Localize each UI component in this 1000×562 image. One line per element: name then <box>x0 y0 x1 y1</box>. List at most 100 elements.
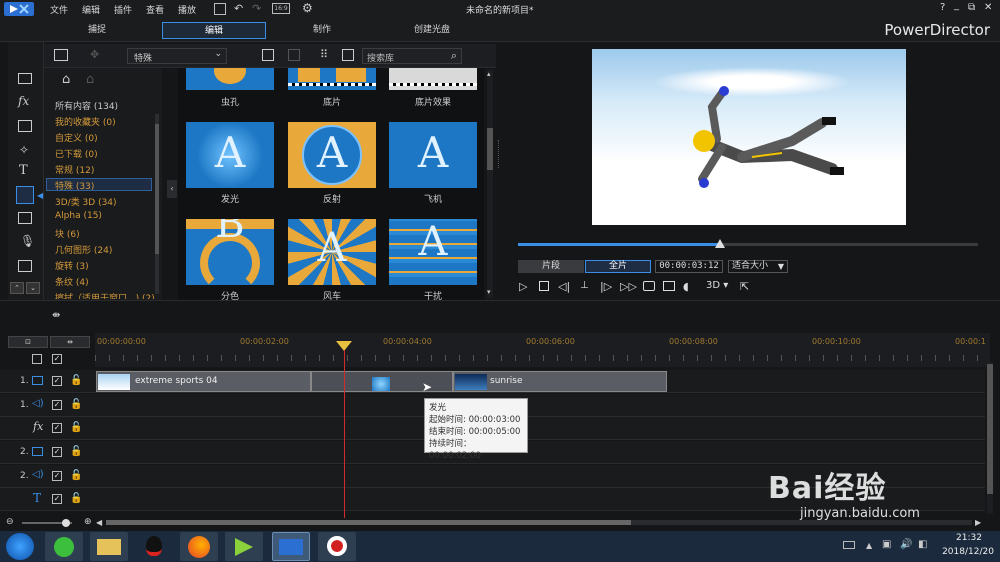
previous-frame-icon[interactable]: ◁| <box>558 280 570 293</box>
taskbar-app-qq[interactable] <box>135 532 173 561</box>
category-scroll-thumb[interactable] <box>155 124 159 254</box>
category-scrollbar[interactable] <box>155 114 159 294</box>
title-room-icon[interactable]: T <box>19 163 28 178</box>
lock-icon[interactable]: 🔓 <box>70 470 82 481</box>
grid-view-icon[interactable]: ⠿ <box>320 48 328 61</box>
taskbar-app-media[interactable] <box>225 532 263 561</box>
category-item[interactable]: 擦拭（适用于窗口...) (2) <box>55 291 155 299</box>
category-item[interactable]: 块 (6) <box>55 227 80 240</box>
undock-icon[interactable]: ⇱ <box>740 280 749 293</box>
settings-gear-icon[interactable]: ⚙ <box>302 1 313 15</box>
aspect-ratio-icon[interactable]: 16:9 <box>272 3 290 14</box>
volume-icon[interactable]: ◖ <box>683 280 689 293</box>
3d-toggle[interactable]: 3D ▾ <box>706 280 728 291</box>
taskbar-app-360[interactable] <box>45 532 83 561</box>
lock-icon[interactable]: 🔓 <box>70 446 82 457</box>
track-manager-icon[interactable]: ⊡ <box>8 336 48 348</box>
add-tag-icon[interactable]: ⌂ <box>62 72 70 87</box>
transition-thumb-reflect[interactable]: A <box>288 122 376 188</box>
track-enable-checkbox[interactable]: ✓ <box>52 447 62 457</box>
transition-thumb[interactable] <box>288 68 376 90</box>
audio-track-1[interactable] <box>95 394 985 417</box>
menu-plugins[interactable]: 插件 <box>114 3 132 16</box>
collapse-panel-icon[interactable]: ‹ <box>167 180 177 198</box>
transition-thumb-glow[interactable]: A <box>186 122 274 188</box>
storyboard-view-icon[interactable]: ⇹ <box>50 336 90 348</box>
tracks-scrollbar[interactable] <box>987 362 993 514</box>
tab-create-disc[interactable]: 创建光盘 <box>380 22 484 39</box>
track-enable-checkbox[interactable]: ✓ <box>52 471 62 481</box>
lock-icon[interactable]: 🔓 <box>70 399 82 410</box>
category-item[interactable]: 我的收藏夹 (0) <box>55 115 116 128</box>
fast-forward-icon[interactable]: ▷▷ <box>620 280 637 293</box>
transition-thumb-windmill[interactable]: A <box>288 219 376 285</box>
zoom-in-icon[interactable]: ⊕ <box>84 517 92 527</box>
timeline-hscroll-thumb[interactable] <box>106 520 631 525</box>
tracks-scroll-thumb[interactable] <box>987 364 993 494</box>
panel-splitter[interactable] <box>498 140 502 168</box>
restore-button[interactable]: ⧉ <box>968 2 975 13</box>
taskbar-app-powerdirector[interactable] <box>272 532 310 561</box>
seekbar-thumb[interactable] <box>715 239 726 248</box>
zoom-slider-thumb[interactable] <box>62 519 70 527</box>
category-item[interactable]: 3D/类 3D (34) <box>55 195 117 208</box>
video-clip-sunrise[interactable]: sunrise <box>453 371 667 392</box>
timecode-display[interactable]: 00:00:03:12 <box>655 260 723 273</box>
add-to-timeline-icon[interactable] <box>262 49 274 61</box>
zoom-fit-select[interactable]: 适合大小 ▼ <box>728 260 788 273</box>
lock-icon[interactable]: 🔓 <box>70 493 82 504</box>
tray-network-icon[interactable]: ◧ <box>918 539 927 550</box>
menu-view[interactable]: 查看 <box>146 3 164 16</box>
taskbar-app-firefox[interactable] <box>180 532 218 561</box>
media-room-icon[interactable] <box>18 73 32 84</box>
category-item[interactable]: 已下载 (0) <box>55 147 98 160</box>
windows-start-icon[interactable] <box>6 533 34 560</box>
clock-date[interactable]: 2018/12/20 <box>938 547 998 557</box>
undo-icon[interactable]: ↶ <box>234 2 243 15</box>
taskbar-app-explorer[interactable] <box>90 532 128 561</box>
track-enable-checkbox[interactable]: ✓ <box>52 494 62 504</box>
tray-arrow-icon[interactable]: ▲ <box>866 541 872 550</box>
expand-up-icon[interactable]: ⌃ <box>10 282 24 294</box>
category-item[interactable]: 常规 (12) <box>55 163 94 176</box>
all-tracks-icon[interactable] <box>32 354 42 364</box>
track-enable-checkbox[interactable]: ✓ <box>52 376 62 386</box>
stop-icon[interactable] <box>539 281 549 291</box>
transition-thumb-plane[interactable]: A <box>389 122 477 188</box>
grid-scrollbar[interactable]: ▴ ▾ <box>487 70 493 298</box>
category-filter-select[interactable]: 特殊 ⌄ <box>127 48 227 64</box>
scroll-right-icon[interactable]: ▶ <box>975 518 981 527</box>
import-icon[interactable] <box>54 49 68 61</box>
fx-room-icon[interactable]: fx <box>18 94 29 108</box>
lock-icon[interactable]: 🔓 <box>70 375 82 386</box>
save-icon[interactable] <box>214 3 226 15</box>
particle-room-icon[interactable]: ✧ <box>19 143 29 157</box>
tab-capture[interactable]: 捕捉 <box>40 22 154 39</box>
redo-icon[interactable]: ↷ <box>252 2 261 15</box>
grid-scroll-thumb[interactable] <box>487 128 493 170</box>
category-item[interactable]: 旋转 (3) <box>55 259 89 272</box>
scroll-left-icon[interactable]: ◀ <box>96 518 102 527</box>
full-movie-button[interactable]: 全片 <box>585 260 651 273</box>
close-button[interactable]: ✕ <box>984 2 992 13</box>
menu-play[interactable]: 播放 <box>178 3 196 16</box>
subtitle-icon[interactable] <box>663 281 675 291</box>
transition-room-icon[interactable] <box>16 186 34 204</box>
transition-thumb-interference[interactable]: A <box>389 219 477 285</box>
category-item[interactable]: 自定义 (0) <box>55 131 98 144</box>
thumbnail-size-icon[interactable] <box>342 49 354 61</box>
fit-timeline-icon[interactable]: ⇼ <box>52 310 60 321</box>
split-icon[interactable]: ⊥ <box>580 280 589 291</box>
category-item[interactable]: 条纹 (4) <box>55 275 89 288</box>
chapter-room-icon[interactable] <box>18 260 32 272</box>
help-button[interactable]: ? <box>940 2 945 13</box>
video-track-2[interactable] <box>95 441 985 464</box>
next-frame-icon[interactable]: |▷ <box>600 280 612 293</box>
transition-thumb-split[interactable]: B <box>186 219 274 285</box>
category-item-selected[interactable]: 特殊 (33) <box>55 179 94 192</box>
transition-thumb[interactable] <box>186 68 274 90</box>
minimize-button[interactable]: _ <box>954 0 959 11</box>
category-item[interactable]: 几何图形 (24) <box>55 243 112 256</box>
scroll-up-icon[interactable]: ▴ <box>487 70 491 78</box>
clock-time[interactable]: 21:32 <box>940 533 998 543</box>
